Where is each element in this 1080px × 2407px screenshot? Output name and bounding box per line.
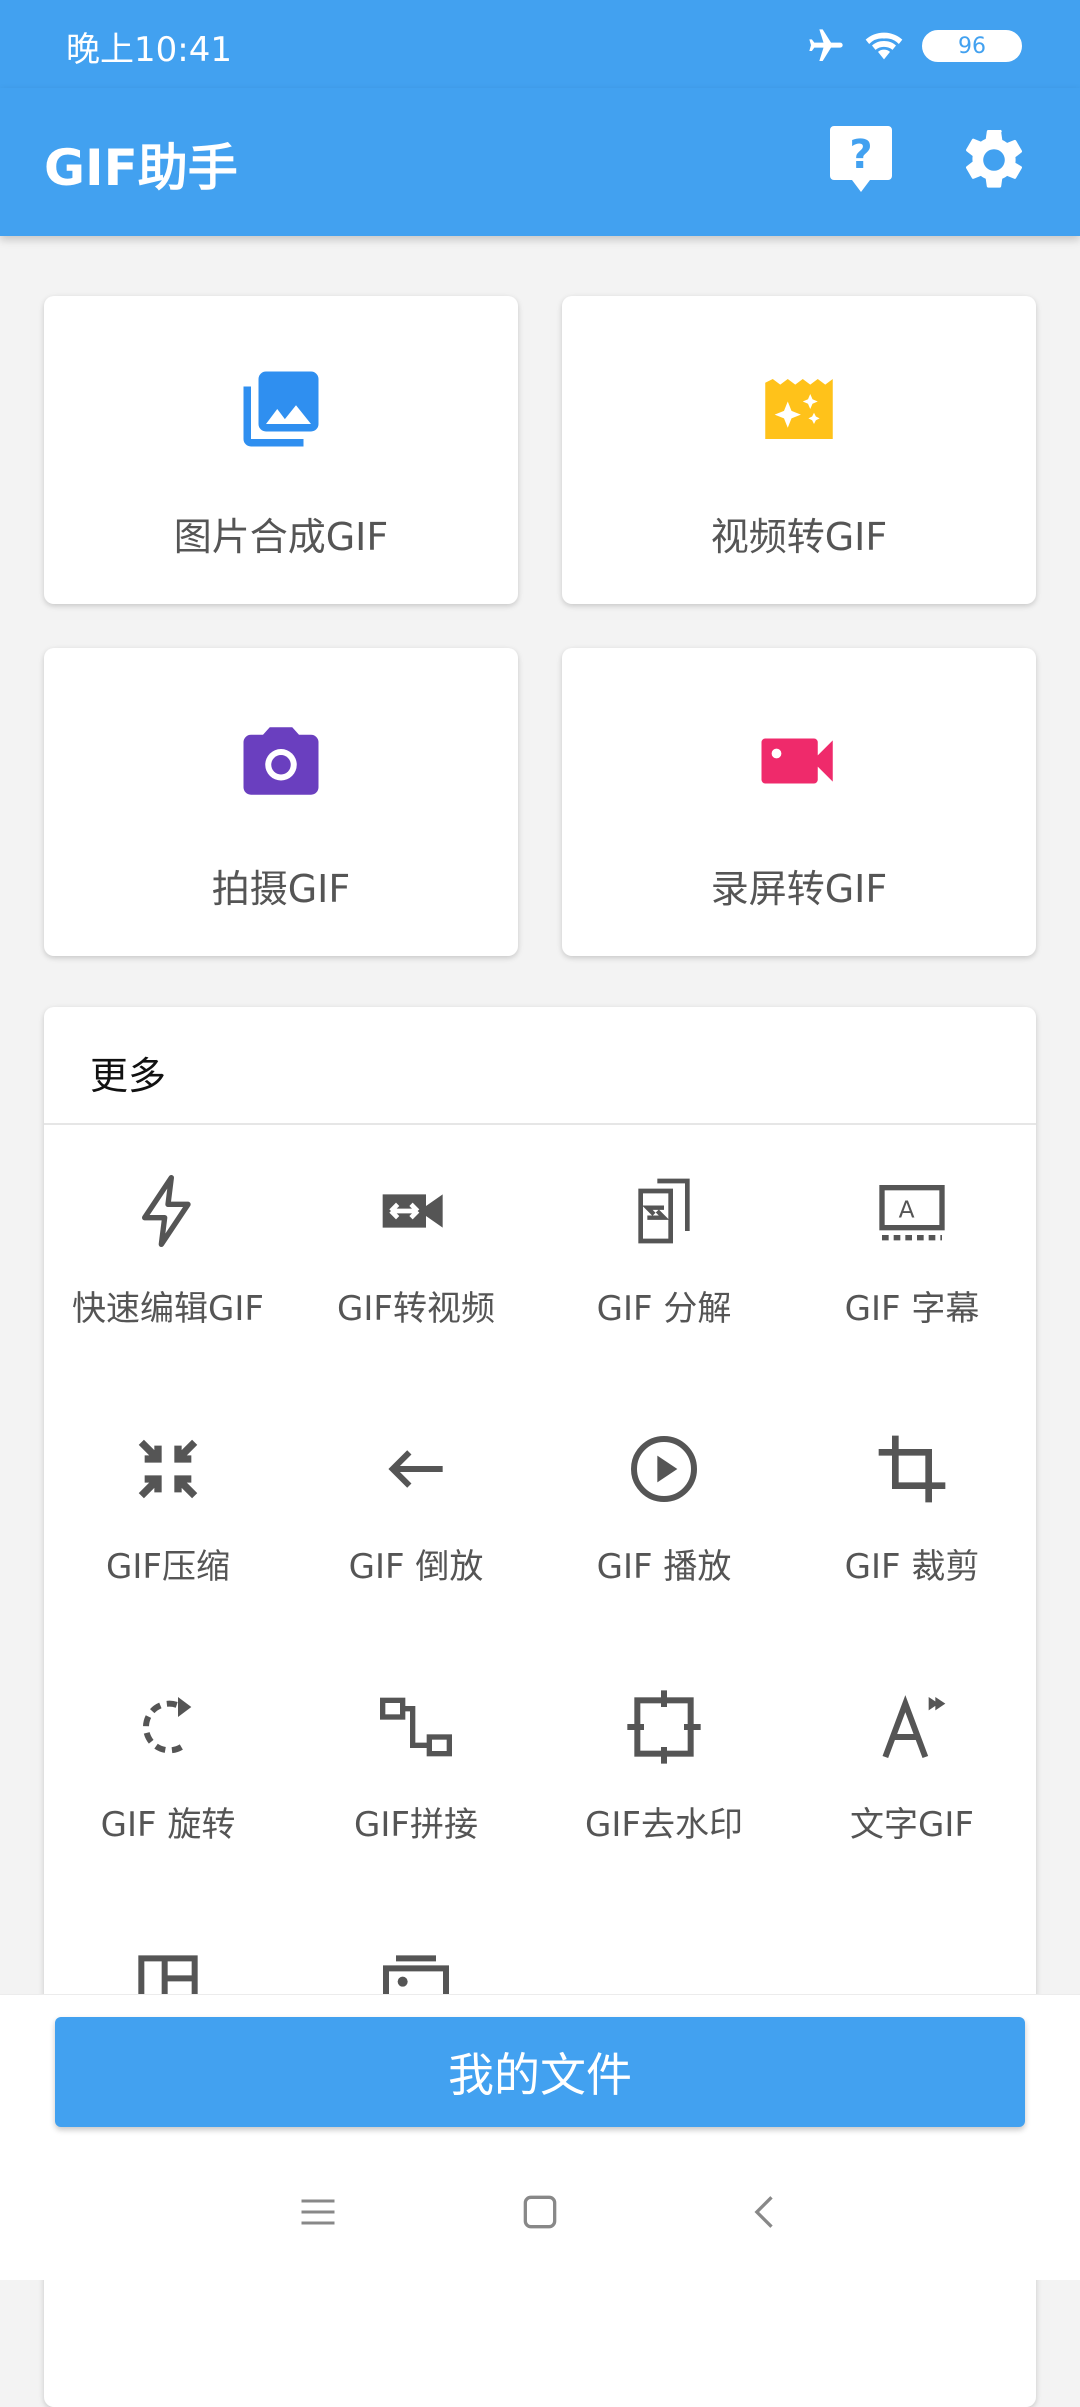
help-button[interactable]: ? — [828, 124, 894, 196]
rotate-icon — [143, 1697, 192, 1754]
tool-gif-crop[interactable]: GIF 裁剪 — [788, 1401, 1036, 1651]
card-label: 图片合成GIF — [173, 515, 389, 559]
tool-label: GIF 倒放 — [348, 1547, 484, 1587]
tool-label: GIF 分解 — [596, 1289, 732, 1329]
tool-gif-join[interactable]: GIF拼接 — [292, 1659, 540, 1909]
tool-label: 快速编辑GIF — [72, 1289, 264, 1329]
tool-gif-compress[interactable]: GIF压缩 — [44, 1401, 292, 1651]
camera-icon — [243, 727, 319, 795]
tool-gif-to-video[interactable]: GIF转视频 — [292, 1143, 540, 1393]
tool-label: GIF 播放 — [596, 1547, 732, 1587]
video-sparkle-icon — [765, 379, 833, 439]
tool-label: GIF转视频 — [337, 1289, 495, 1329]
airplane-icon — [809, 29, 843, 61]
tool-gif-subtitle[interactable]: A GIF 字幕 — [788, 1143, 1036, 1393]
wifi-icon — [865, 32, 903, 60]
crop-icon — [878, 1435, 946, 1503]
tool-label: GIF压缩 — [106, 1547, 230, 1587]
image-to-gif-card[interactable]: 图片合成GIF — [44, 296, 518, 604]
tool-gif-remove-watermark[interactable]: GIF去水印 — [540, 1659, 788, 1909]
svg-text:A: A — [899, 1196, 915, 1224]
video-camera-icon — [761, 738, 833, 784]
tool-label: 文字GIF — [850, 1805, 974, 1845]
tool-quick-edit[interactable]: 快速编辑GIF — [44, 1143, 292, 1393]
screen-record-to-gif-card[interactable]: 录屏转GIF — [562, 648, 1036, 956]
help-icon: ? — [830, 126, 892, 192]
tool-label: GIF 裁剪 — [844, 1547, 980, 1587]
divider — [44, 1123, 1036, 1125]
remove-watermark-icon — [627, 1690, 701, 1764]
card-label: 视频转GIF — [710, 515, 888, 559]
bottom-action-bar: 我的文件 — [0, 1994, 1080, 2151]
more-section-title: 更多 — [90, 1054, 167, 1098]
lightning-icon — [142, 1175, 191, 1247]
back-icon[interactable] — [744, 2190, 788, 2234]
image-stack-icon — [243, 371, 319, 447]
my-files-button[interactable]: 我的文件 — [55, 2017, 1025, 2127]
battery-indicator: 96 — [922, 30, 1022, 62]
compress-icon — [138, 1439, 198, 1499]
card-label: 录屏转GIF — [710, 867, 888, 911]
tool-label: GIF去水印 — [585, 1805, 743, 1845]
subtitle-icon: A — [879, 1185, 945, 1241]
tool-gif-rotate[interactable]: GIF 旋转 — [44, 1659, 292, 1909]
tool-label: GIF拼接 — [354, 1805, 478, 1845]
system-nav-bar — [0, 2150, 1080, 2280]
decompose-icon — [638, 1178, 690, 1244]
svg-text:?: ? — [849, 132, 872, 178]
status-bar: 晚上10:41 96 — [0, 0, 1080, 88]
video-to-gif-card[interactable]: 视频转GIF — [562, 296, 1036, 604]
tool-gif-play[interactable]: GIF 播放 — [540, 1401, 788, 1651]
text-icon — [882, 1695, 946, 1759]
tool-gif-reverse[interactable]: GIF 倒放 — [292, 1401, 540, 1651]
battery-level: 96 — [958, 33, 986, 59]
join-icon — [380, 1697, 452, 1757]
tool-text-gif[interactable]: 文字GIF — [788, 1659, 1036, 1909]
tool-label: GIF 旋转 — [100, 1805, 236, 1845]
status-icons: 96 — [806, 22, 1022, 70]
status-time: 晚上10:41 — [66, 30, 232, 70]
card-label: 拍摄GIF — [211, 867, 351, 911]
shoot-gif-card[interactable]: 拍摄GIF — [44, 648, 518, 956]
video-convert-icon — [382, 1194, 443, 1228]
settings-button[interactable] — [958, 124, 1030, 196]
app-bar: GIF助手 ? — [0, 88, 1080, 236]
gear-icon — [965, 129, 1023, 188]
app-title: GIF助手 — [44, 139, 238, 197]
reverse-arrow-icon — [388, 1450, 443, 1488]
menu-icon[interactable] — [296, 2190, 340, 2234]
play-circle-icon — [631, 1436, 697, 1502]
tool-label: GIF 字幕 — [844, 1289, 980, 1329]
tool-gif-decompose[interactable]: GIF 分解 — [540, 1143, 788, 1393]
home-square-icon[interactable] — [518, 2190, 562, 2234]
